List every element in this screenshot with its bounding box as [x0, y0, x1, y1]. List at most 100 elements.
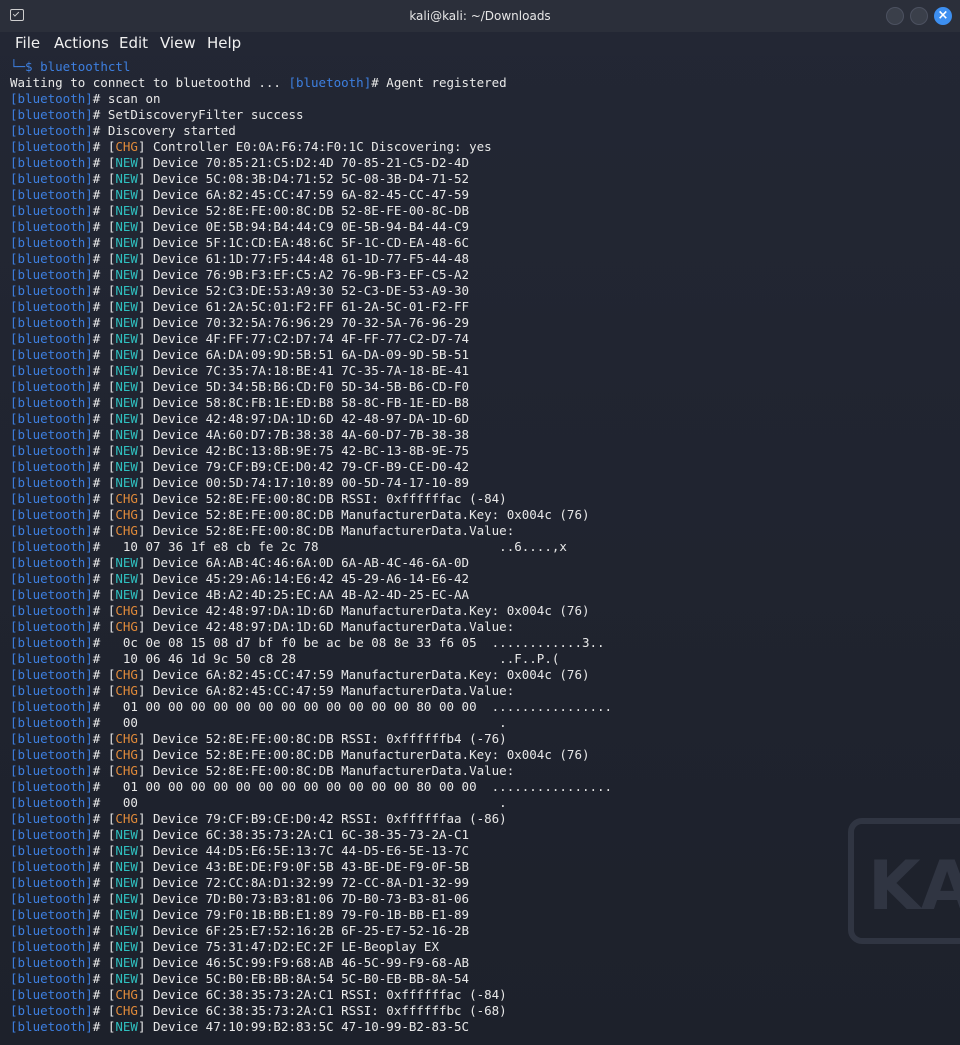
output-line: [bluetooth]# [CHG] Device 52:8E:FE:00:8C… — [10, 507, 950, 523]
bluetooth-prompt: [bluetooth] — [10, 651, 93, 666]
bluetooth-prompt: [bluetooth] — [288, 75, 372, 90]
bluetooth-prompt: [bluetooth] — [10, 379, 93, 394]
output-text: # [ — [92, 907, 116, 922]
output-text: ] Device 7C:35:7A:18:BE:41 7C-35-7A-18-B… — [137, 363, 470, 378]
new-tag: NEW — [115, 859, 138, 874]
output-text: # SetDiscoveryFilter success — [92, 107, 304, 122]
output-text: # [ — [92, 987, 116, 1002]
output-text: # [ — [92, 603, 116, 618]
bluetooth-prompt: [bluetooth] — [10, 811, 93, 826]
output-text: # [ — [92, 443, 116, 458]
output-line: [bluetooth]# [NEW] Device 6A:AB:4C:46:6A… — [10, 555, 950, 571]
new-tag: NEW — [115, 315, 138, 330]
output-text: ] Device 6A:82:45:CC:47:59 6A-82-45-CC-4… — [137, 187, 470, 202]
bluetooth-prompt: [bluetooth] — [10, 683, 93, 698]
output-text: ] Device 4F:FF:77:C2:D7:74 4F-FF-77-C2-D… — [137, 331, 470, 346]
bluetooth-prompt: [bluetooth] — [10, 875, 93, 890]
menu-help[interactable]: Help — [207, 34, 241, 52]
output-line: [bluetooth]# 00 . — [10, 795, 950, 811]
output-line: [bluetooth]# [NEW] Device 5C:08:3B:D4:71… — [10, 171, 950, 187]
output-line: [bluetooth]# 10 07 36 1f e8 cb fe 2c 78 … — [10, 539, 950, 555]
menu-file[interactable]: File — [15, 34, 40, 52]
output-text: # [ — [92, 395, 116, 410]
menu-actions[interactable]: Actions — [54, 34, 109, 52]
new-tag: NEW — [115, 267, 138, 282]
new-tag: NEW — [115, 395, 138, 410]
output-text: ] Device 7D:B0:73:B3:81:06 7D-B0-73-B3-8… — [137, 891, 470, 906]
chg-tag: CHG — [115, 507, 138, 522]
menu-edit[interactable]: Edit — [119, 34, 148, 52]
bluetooth-prompt: [bluetooth] — [10, 555, 93, 570]
maximize-button[interactable] — [910, 7, 928, 25]
output-text: ] Device 42:48:97:DA:1D:6D 42-48-97-DA-1… — [137, 411, 470, 426]
terminal-output[interactable]: └─$ bluetoothctl Waiting to connect to b… — [10, 59, 950, 1039]
bluetooth-prompt: [bluetooth] — [10, 139, 93, 154]
bluetooth-prompt: [bluetooth] — [10, 251, 93, 266]
output-text: # 00 . — [92, 715, 507, 730]
output-text: # [ — [92, 747, 116, 762]
output-line: [bluetooth]# [CHG] Device 6C:38:35:73:2A… — [10, 987, 950, 1003]
new-tag: NEW — [115, 235, 138, 250]
output-text: ] Device 72:CC:8A:D1:32:99 72-CC-8A-D1-3… — [137, 875, 470, 890]
new-tag: NEW — [115, 907, 138, 922]
new-tag: NEW — [115, 971, 138, 986]
output-text: ] Device 61:1D:77:F5:44:48 61-1D-77-F5-4… — [137, 251, 470, 266]
output-line: [bluetooth]# [CHG] Device 42:48:97:DA:1D… — [10, 603, 950, 619]
output-line: [bluetooth]# [NEW] Device 5F:1C:CD:EA:48… — [10, 235, 950, 251]
menu-view[interactable]: View — [160, 34, 196, 52]
bluetooth-prompt: [bluetooth] — [10, 315, 93, 330]
output-text: # [ — [92, 859, 116, 874]
chg-tag: CHG — [115, 683, 138, 698]
output-text: # [ — [92, 827, 116, 842]
bluetooth-prompt: [bluetooth] — [10, 763, 93, 778]
bluetooth-prompt: [bluetooth] — [10, 891, 93, 906]
chg-tag: CHG — [115, 619, 138, 634]
output-line: [bluetooth]# [NEW] Device 42:48:97:DA:1D… — [10, 411, 950, 427]
output-text: # [ — [92, 235, 116, 250]
bluetooth-prompt: [bluetooth] — [10, 571, 93, 586]
output-line: [bluetooth]# Discovery started — [10, 123, 950, 139]
output-line: [bluetooth]# SetDiscoveryFilter success — [10, 107, 950, 123]
output-text: # [ — [92, 1003, 116, 1018]
output-text: ] Device 79:CF:B9:CE:D0:42 79-CF-B9-CE-D… — [137, 459, 470, 474]
bluetooth-prompt: [bluetooth] — [10, 411, 93, 426]
bluetooth-prompt: [bluetooth] — [10, 795, 93, 810]
output-line: [bluetooth]# [NEW] Device 76:9B:F3:EF:C5… — [10, 267, 950, 283]
bluetooth-prompt: [bluetooth] — [10, 347, 93, 362]
output-text: # [ — [92, 587, 116, 602]
output-text: ] Device 52:8E:FE:00:8C:DB ManufacturerD… — [137, 523, 515, 538]
output-line: [bluetooth]# [NEW] Device 61:2A:5C:01:F2… — [10, 299, 950, 315]
output-text: # [ — [92, 555, 116, 570]
output-text: ] Device 47:10:99:B2:83:5C 47-10-99-B2-8… — [137, 1019, 470, 1034]
new-tag: NEW — [115, 155, 138, 170]
output-text: ] Device 52:8E:FE:00:8C:DB RSSI: 0xfffff… — [137, 731, 507, 746]
output-line: [bluetooth]# [CHG] Controller E0:0A:F6:7… — [10, 139, 950, 155]
output-line: [bluetooth]# [NEW] Device 5C:B0:EB:BB:8A… — [10, 971, 950, 987]
output-line: [bluetooth]# 01 00 00 00 00 00 00 00 00 … — [10, 699, 950, 715]
new-tag: NEW — [115, 571, 138, 586]
bluetooth-prompt: [bluetooth] — [10, 939, 93, 954]
output-text: ] Controller E0:0A:F6:74:F0:1C Discoveri… — [137, 139, 492, 154]
terminal-window: KALI kali@kali: ~/Downloads × File Actio… — [0, 0, 960, 1045]
output-text: # [ — [92, 475, 116, 490]
output-line: [bluetooth]# [NEW] Device 47:10:99:B2:83… — [10, 1019, 950, 1035]
output-line: [bluetooth]# [NEW] Device 52:8E:FE:00:8C… — [10, 203, 950, 219]
bluetooth-prompt: [bluetooth] — [10, 283, 93, 298]
window-title: kali@kali: ~/Downloads — [409, 9, 551, 23]
output-line: [bluetooth]# [NEW] Device 79:F0:1B:BB:E1… — [10, 907, 950, 923]
output-text: ] Device 6C:38:35:73:2A:C1 RSSI: 0xfffff… — [137, 987, 507, 1002]
output-line: [bluetooth]# [NEW] Device 6A:82:45:CC:47… — [10, 187, 950, 203]
close-button[interactable]: × — [934, 7, 952, 25]
output-text: ] Device 61:2A:5C:01:F2:FF 61-2A-5C-01-F… — [137, 299, 470, 314]
minimize-button[interactable] — [886, 7, 904, 25]
new-tag: NEW — [115, 443, 138, 458]
bluetooth-prompt: [bluetooth] — [10, 731, 93, 746]
output-text: ] Device 58:8C:FB:1E:ED:B8 58-8C-FB-1E-E… — [137, 395, 470, 410]
output-text: # [ — [92, 331, 116, 346]
output-text: # [ — [92, 971, 116, 986]
chg-tag: CHG — [115, 523, 138, 538]
output-text: # [ — [92, 811, 116, 826]
output-text: ] Device 42:48:97:DA:1D:6D ManufacturerD… — [137, 619, 515, 634]
command-text: bluetoothctl — [40, 59, 131, 74]
output-text: ] Device 52:8E:FE:00:8C:DB RSSI: 0xfffff… — [137, 491, 507, 506]
